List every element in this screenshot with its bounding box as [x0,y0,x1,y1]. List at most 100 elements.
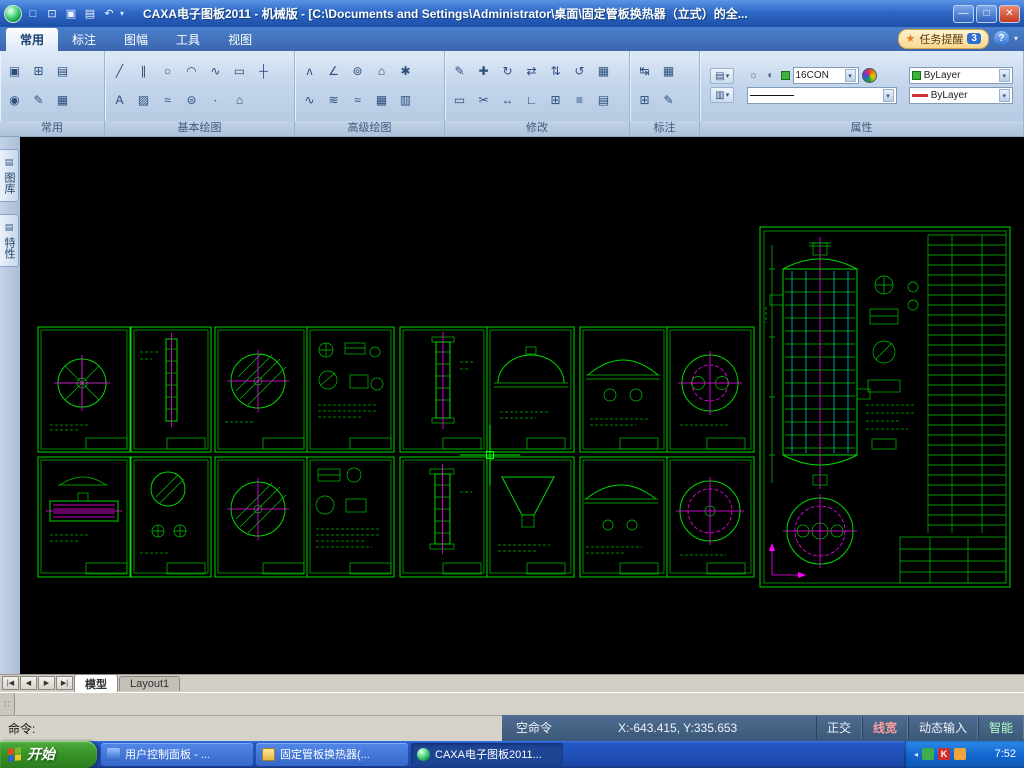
point-icon[interactable]: ∙ [205,90,226,111]
tray-collapse-icon[interactable]: ◂ [914,750,918,759]
move-icon[interactable]: ✚ [473,61,494,82]
stack-icon[interactable]: ≡ [569,90,590,111]
taskbar-item-control-panel[interactable]: 用户控制面板 - ... [101,743,253,766]
color-select[interactable]: ByLayer ▾ [909,67,1013,84]
taskbar-item-caxa[interactable]: CAXA电子图板2011... [411,743,563,766]
circle-icon[interactable]: ○ [157,61,178,82]
layer-select-dropdown-icon[interactable]: ▾ [845,69,856,82]
tab-dimension[interactable]: 标注 [58,28,110,51]
parallel-line-icon[interactable]: ∥ [133,61,154,82]
lineweight-toggle[interactable]: 线宽 [862,716,908,739]
dimension-grid-icon[interactable]: ⊞ [634,90,655,111]
dynamic-input-toggle[interactable]: 动态输入 [908,716,978,739]
rotate-ccw-icon[interactable]: ↺ [569,61,590,82]
zoom-icon[interactable]: ◉ [4,90,25,111]
prev-sheet-button[interactable]: ◀ [20,676,37,690]
linetype-select-dropdown-icon[interactable]: ▾ [883,89,894,102]
color-select-dropdown-icon[interactable]: ▾ [999,69,1010,82]
command-prompt-area[interactable]: 命令: [0,715,502,740]
linetype-select[interactable]: ▾ [747,87,897,104]
tray-icon[interactable]: K [938,748,950,760]
sidebar-tab-library[interactable]: ▤ 图库 [0,149,19,202]
text-icon[interactable]: A [109,90,130,111]
stamp-icon[interactable]: ▦ [52,90,73,111]
curve-icon[interactable]: ∿ [205,61,226,82]
dimension-table-icon[interactable]: ▦ [658,61,679,82]
layer-select[interactable]: 16CON ▾ [793,67,859,84]
line-icon[interactable]: ╱ [109,61,130,82]
open-file-icon[interactable]: ⊡ [44,6,60,22]
first-sheet-button[interactable]: |◀ [2,676,19,690]
arc-icon[interactable]: ◠ [181,61,202,82]
hatch-icon[interactable]: ▨ [133,90,154,111]
tab-layout1[interactable]: Layout1 [119,676,180,691]
start-button[interactable]: 开始 [0,741,97,768]
close-button[interactable]: ✕ [999,5,1020,23]
print-icon[interactable]: ▤ [82,6,98,22]
tab-tools[interactable]: 工具 [162,28,214,51]
polygon-icon[interactable]: ⌂ [229,90,250,111]
minimize-button[interactable]: — [953,5,974,23]
tab-model[interactable]: 模型 [74,674,118,693]
polygon2-icon[interactable]: ⌂ [371,61,392,82]
angle-line-icon[interactable]: ∠ [323,61,344,82]
command-window-grip[interactable]: ∷ [0,693,15,715]
smart-snap-toggle[interactable]: 智能 [978,716,1024,739]
coil-icon[interactable]: ≋ [323,90,344,111]
format-brush-icon[interactable]: ✎ [28,90,49,111]
lineweight-select[interactable]: ByLayer ▾ [909,87,1013,104]
rotate-icon[interactable]: ↻ [497,61,518,82]
copy-icon[interactable]: ⊞ [28,61,49,82]
mirror-icon[interactable]: ⇄ [521,61,542,82]
layers-icon[interactable]: ▤ [593,90,614,111]
grid-block-icon[interactable]: ▥ [395,90,416,111]
command-history-area[interactable]: ∷ [0,692,1024,715]
concentric-circles-icon[interactable]: ⊚ [347,61,368,82]
corner-icon[interactable]: ∟ [521,90,542,111]
dimension-edit-icon[interactable]: ✎ [658,90,679,111]
centerline-icon[interactable]: ┼ [253,61,274,82]
tray-icon[interactable] [922,748,934,760]
next-sheet-button[interactable]: ▶ [38,676,55,690]
taskbar-item-folder[interactable]: 固定管板换热器(... [256,743,408,766]
rectangle-icon[interactable]: ▭ [229,61,250,82]
rect-select-icon[interactable]: ▭ [449,90,470,111]
dimension-icon[interactable]: ↹ [634,61,655,82]
block-icon[interactable]: ▦ [371,90,392,111]
gear-icon[interactable]: ✱ [395,61,416,82]
undo-icon[interactable]: ↶ [101,6,117,22]
ellipse-icon[interactable]: ⊜ [181,90,202,111]
quick-access-dropdown-icon[interactable]: ▾ [120,9,130,18]
layer-state-icon[interactable]: ◐ [764,68,778,83]
tab-view[interactable]: 视图 [214,28,266,51]
double-wave-icon[interactable]: ≈ [347,90,368,111]
drawing-area[interactable] [20,137,1024,674]
drawing-canvas[interactable] [20,137,1024,669]
tray-icon[interactable] [954,748,966,760]
layer-tool-button[interactable]: ▤ ▾ [710,68,734,84]
new-file-icon[interactable]: □ [25,6,41,22]
trim-icon[interactable]: ✂ [473,90,494,111]
spline-icon[interactable]: ≈ [157,90,178,111]
ortho-toggle[interactable]: 正交 [816,716,862,739]
sidebar-tab-properties[interactable]: ▤ 特性 [0,214,19,267]
properties-icon[interactable]: ▤ [52,61,73,82]
app-logo-icon[interactable] [4,5,22,23]
copy-object-icon[interactable]: ⊞ [545,90,566,111]
maximize-button[interactable]: □ [976,5,997,23]
style-tool-button[interactable]: ▥ ▾ [710,87,734,103]
tab-common[interactable]: 常用 [6,28,58,51]
save-file-icon[interactable]: ▣ [63,6,79,22]
edit-icon[interactable]: ✎ [449,61,470,82]
polyline-icon[interactable]: ʌ [299,61,320,82]
flip-icon[interactable]: ⇅ [545,61,566,82]
help-icon[interactable]: ? [994,31,1009,46]
color-picker-globe-icon[interactable] [862,68,877,83]
wave-line-icon[interactable]: ∿ [299,90,320,111]
layer-on-icon[interactable]: ☼ [747,68,761,83]
array-icon[interactable]: ▦ [593,61,614,82]
extend-icon[interactable]: ↔ [497,90,518,111]
ribbon-options-dropdown-icon[interactable]: ▾ [1014,34,1018,43]
paste-icon[interactable]: ▣ [4,61,25,82]
tab-sheet[interactable]: 图幅 [110,28,162,51]
